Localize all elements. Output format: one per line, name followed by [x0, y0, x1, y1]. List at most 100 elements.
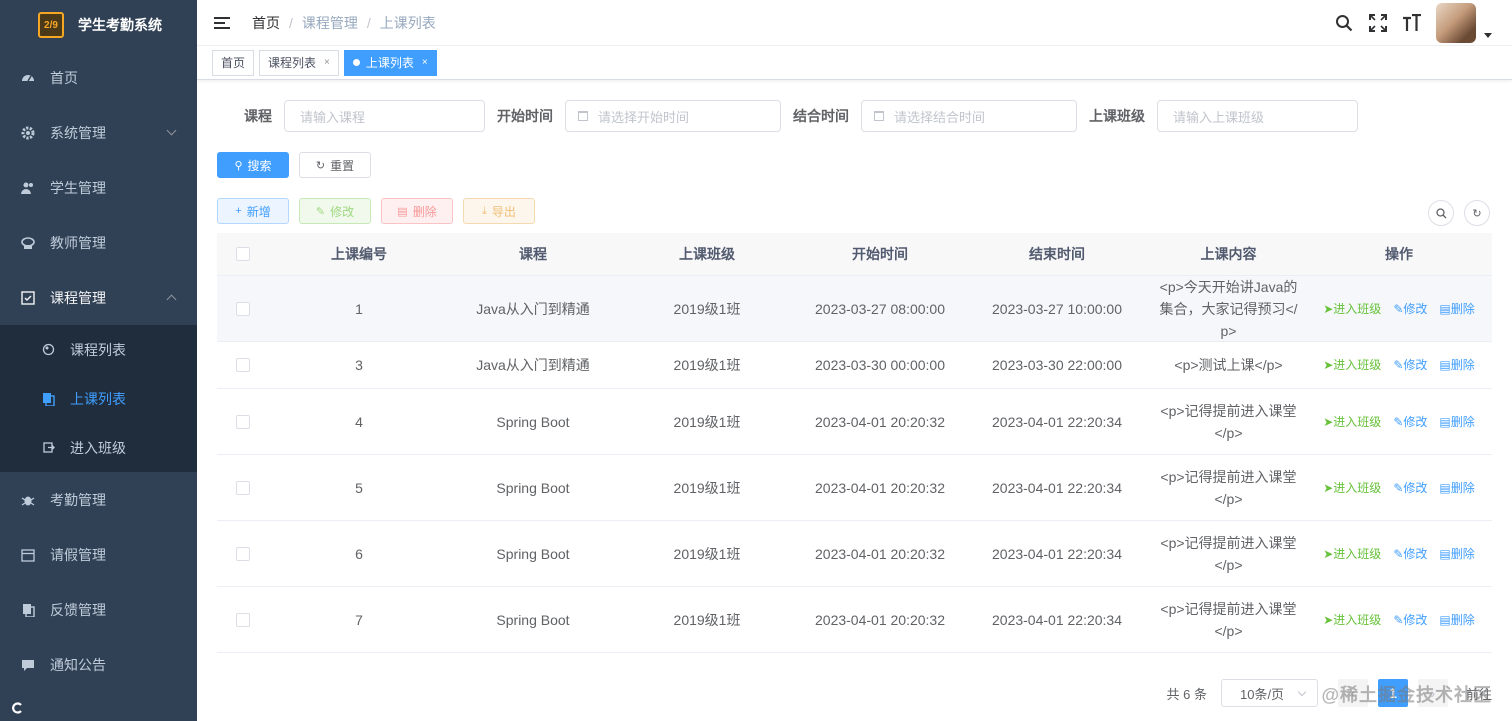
header-cell: 上课编号	[331, 246, 387, 262]
font-size-icon[interactable]	[1402, 13, 1422, 33]
fullscreen-icon[interactable]	[1368, 13, 1388, 33]
tab-course-list[interactable]: 课程列表 ×	[259, 49, 339, 76]
cell-content: <p>记得提前进入课堂</p>	[1160, 468, 1297, 507]
hamburger-icon[interactable]	[214, 16, 230, 29]
sidebar-item-feedback[interactable]: 反馈管理	[0, 582, 197, 637]
active-dot-icon	[352, 59, 360, 66]
end-time-picker[interactable]: 请选择结合时间	[861, 100, 1077, 132]
enter-class-link[interactable]: ➤进入班级	[1323, 477, 1381, 499]
sidebar-item-students[interactable]: 学生管理	[0, 160, 197, 215]
edit-button[interactable]: ✎ 修改	[299, 198, 371, 224]
cell-course: Java从入门到精通	[476, 357, 590, 373]
breadcrumb-level1: 课程管理	[301, 14, 358, 31]
export-button[interactable]: ⤓ 导出	[463, 198, 535, 224]
refresh-button[interactable]: ↻	[1464, 200, 1490, 226]
cell-class: 2019级1班	[673, 545, 741, 562]
cell-end-time: 2023-04-01 22:20:34	[992, 611, 1122, 628]
reset-button[interactable]: ↻ 重置	[299, 152, 371, 178]
delete-link[interactable]: ▤删除	[1439, 298, 1474, 320]
close-icon[interactable]: ×	[324, 57, 330, 68]
breadcrumb-home[interactable]: 首页	[252, 13, 280, 33]
search-button-label: 搜索	[247, 158, 272, 173]
sidebar-item-system[interactable]: 系统管理	[0, 105, 197, 160]
sidebar-item-home[interactable]: 首页	[0, 50, 197, 105]
sidebar-item-notices[interactable]: 通知公告	[0, 637, 197, 692]
add-button[interactable]: + 新增	[217, 198, 289, 224]
enter-class-link[interactable]: ➤进入班级	[1323, 609, 1381, 631]
message-icon	[20, 657, 36, 673]
enter-class-link[interactable]: ➤进入班级	[1323, 411, 1381, 433]
table-row[interactable]: 7 Spring Boot 2019级1班 2023-04-01 20:20:32 20…	[217, 587, 1492, 653]
page-size-select[interactable]: 10条/页	[1220, 679, 1318, 707]
delete-link[interactable]: ▤删除	[1439, 411, 1474, 433]
checkbox-icon	[20, 290, 36, 306]
search-icon[interactable]	[1334, 13, 1354, 33]
caret-down-icon[interactable]	[1484, 32, 1492, 38]
send-icon: ➤	[1323, 546, 1334, 561]
edit-icon: ✎	[1393, 612, 1404, 627]
delete-button-label: 删除	[412, 204, 437, 219]
row-checkbox[interactable]	[236, 301, 250, 316]
table-row[interactable]: 3 Java从入门到精通 2019级1班 2023-03-30 00:00:00 202…	[217, 342, 1492, 389]
edit-link[interactable]: ✎修改	[1393, 298, 1427, 320]
edit-link[interactable]: ✎修改	[1393, 543, 1427, 565]
sidebar-item-leave[interactable]: 请假管理	[0, 527, 197, 582]
row-checkbox[interactable]	[236, 480, 250, 495]
delete-label: 删除	[1450, 612, 1475, 627]
cell-actions: ➤进入班级 ✎修改 ▤删除	[1306, 543, 1492, 565]
enter-class-link[interactable]: ➤进入班级	[1323, 354, 1381, 376]
table-row[interactable]: 6 Spring Boot 2019级1班 2023-04-01 20:20:32 20…	[217, 521, 1492, 587]
delete-link[interactable]: ▤删除	[1439, 609, 1474, 631]
edit-label: 修改	[1403, 301, 1428, 316]
total-count: 共 6 条	[1166, 686, 1207, 702]
users-icon	[20, 180, 36, 196]
edit-link[interactable]: ✎修改	[1393, 609, 1427, 631]
sidebar-item-label: 课程管理	[50, 289, 106, 306]
table-row[interactable]: 1 Java从入门到精通 2019级1班 2023-03-27 08:00:00 202…	[217, 276, 1492, 342]
start-time-picker[interactable]: 请选择开始时间	[565, 100, 781, 132]
sidebar-item-courses[interactable]: 课程管理	[0, 270, 197, 325]
search-buttons: ⚲ 搜索 ↻ 重置	[217, 152, 381, 178]
row-checkbox[interactable]	[236, 546, 250, 561]
select-all-checkbox[interactable]	[236, 247, 250, 261]
edit-link[interactable]: ✎修改	[1393, 411, 1427, 433]
course-input[interactable]: 请输入课程	[284, 100, 485, 132]
cell-start-time: 2023-04-01 20:20:32	[815, 611, 945, 628]
delete-link[interactable]: ▤删除	[1439, 354, 1474, 376]
toggle-search-button[interactable]	[1428, 200, 1454, 226]
search-button[interactable]: ⚲ 搜索	[217, 152, 289, 178]
row-checkbox[interactable]	[236, 358, 250, 372]
delete-button[interactable]: ▤ 删除	[381, 198, 453, 224]
edit-label: 修改	[1403, 546, 1428, 561]
trash-icon: ▤	[1439, 480, 1451, 495]
edit-link[interactable]: ✎修改	[1393, 354, 1427, 376]
sidebar-item-attendance[interactable]: 考勤管理	[0, 472, 197, 527]
delete-link[interactable]: ▤删除	[1439, 543, 1474, 565]
avatar[interactable]	[1436, 3, 1476, 43]
sidebar-item-enter-class[interactable]: 进入班级	[0, 423, 197, 472]
enter-class-link[interactable]: ➤进入班级	[1323, 543, 1381, 565]
delete-link[interactable]: ▤删除	[1439, 477, 1474, 499]
edit-label: 修改	[1403, 358, 1428, 372]
cell-end-time: 2023-04-01 22:20:34	[992, 413, 1122, 430]
tab-home[interactable]: 首页	[212, 49, 255, 76]
checkbox-cell	[217, 480, 269, 495]
enter-class-link[interactable]: ➤进入班级	[1323, 298, 1381, 320]
cell-course: Spring Boot	[496, 611, 570, 628]
sidebar-item-teachers[interactable]: 教师管理	[0, 215, 197, 270]
cell-actions: ➤进入班级 ✎修改 ▤删除	[1306, 411, 1492, 433]
class-input[interactable]: 请输入上课班级	[1157, 100, 1358, 132]
close-icon[interactable]: ×	[422, 57, 428, 68]
table-row[interactable]: 5 Spring Boot 2019级1班 2023-04-01 20:20:32 20…	[217, 455, 1492, 521]
row-checkbox[interactable]	[236, 612, 250, 627]
app-logo[interactable]: 2/9 学生考勤系统	[0, 0, 197, 50]
edit-link[interactable]: ✎修改	[1393, 477, 1427, 499]
row-checkbox[interactable]	[236, 414, 250, 429]
checkbox-cell	[217, 414, 269, 429]
sidebar-item-course-list[interactable]: 课程列表	[0, 325, 197, 374]
cell-actions: ➤进入班级 ✎修改 ▤删除	[1306, 477, 1492, 499]
cell-end-time: 2023-03-27 10:00:00	[992, 300, 1122, 317]
table-row[interactable]: 4 Spring Boot 2019级1班 2023-04-01 20:20:32 20…	[217, 389, 1492, 455]
sidebar-item-class-list[interactable]: 上课列表	[0, 374, 197, 423]
tab-class-list[interactable]: 上课列表 ×	[343, 49, 437, 76]
